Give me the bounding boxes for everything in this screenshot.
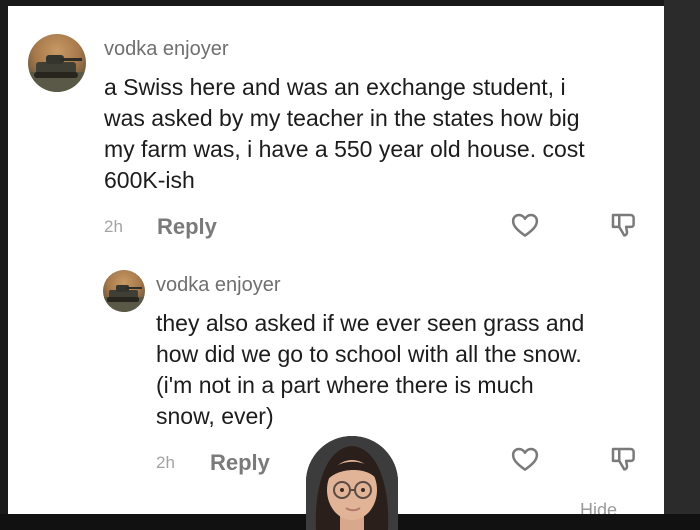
comment-timestamp: 2h: [156, 453, 175, 472]
avatar[interactable]: [28, 34, 86, 92]
comment-timestamp: 2h: [104, 217, 123, 236]
comment-username[interactable]: vodka enjoyer: [104, 38, 229, 61]
heart-outline-icon[interactable]: [510, 444, 540, 474]
comment-line: a Swiss here and was an exchange student…: [104, 74, 566, 100]
reply-button[interactable]: Reply: [157, 214, 217, 240]
thumbs-down-icon[interactable]: [608, 444, 638, 474]
comment-line: how did we go to school with all the sno…: [156, 341, 582, 367]
avatar[interactable]: [103, 270, 145, 312]
creator-camera-overlay: [306, 436, 398, 530]
video-side-strip: [664, 0, 700, 530]
comment-text: a Swiss here and was an exchange student…: [104, 72, 585, 196]
thumbs-down-icon[interactable]: [608, 210, 638, 240]
reply-button[interactable]: Reply: [210, 450, 270, 476]
comment-text: they also asked if we ever seen grass an…: [156, 308, 584, 432]
comment-line: my farm was, i have a 550 year old house…: [104, 136, 585, 162]
comment-line: (i'm not in a part where there is much: [156, 372, 534, 398]
comment-line: was asked by my teacher in the states ho…: [104, 105, 580, 131]
comment-line: 600K-ish: [104, 167, 195, 193]
hide-replies-button[interactable]: Hide: [580, 500, 617, 514]
comment-username[interactable]: vodka enjoyer: [156, 274, 281, 297]
heart-outline-icon[interactable]: [510, 210, 540, 240]
comment-line: they also asked if we ever seen grass an…: [156, 310, 585, 336]
comment-line: snow, ever): [156, 403, 274, 429]
